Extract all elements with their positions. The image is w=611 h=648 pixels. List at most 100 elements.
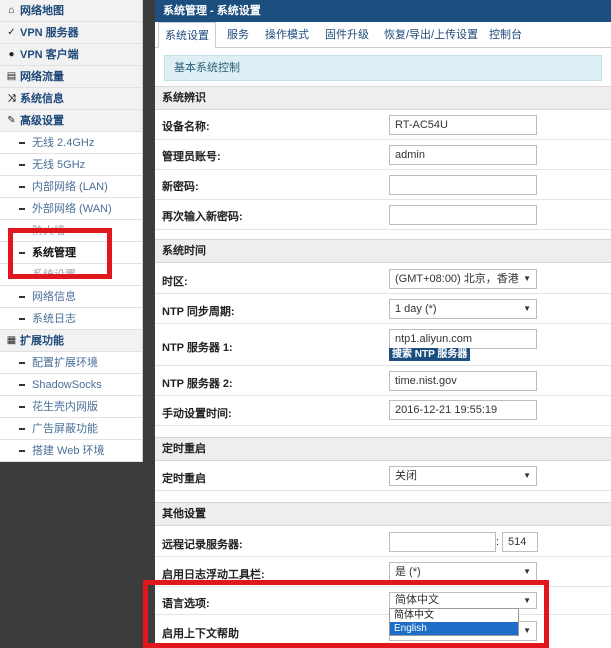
sidebar-item-1[interactable]: ✓ VPN 服务器 [0, 22, 142, 44]
sidebar-item-label: 系统信息 [20, 93, 64, 105]
bullet-dash-icon [19, 318, 25, 320]
row-remote-log: 远程记录服务器: : 514 [155, 527, 611, 557]
ntp-server2-label: NTP 服务器 2: [162, 378, 233, 390]
sidebar-item-0[interactable]: ⌂ 网络地图 [0, 0, 142, 22]
tab-system-settings[interactable]: 系统设置 [158, 22, 216, 48]
sidebar-item-label: 外部网络 (WAN) [32, 203, 112, 215]
sidebar-item-label: 搭建 Web 环境 [32, 445, 105, 457]
ntp-server2-input[interactable]: time.nist.gov [389, 371, 537, 391]
grid-icon: ▦ [6, 335, 17, 346]
remote-log-input[interactable] [389, 532, 496, 552]
bullet-dash-icon [19, 164, 25, 166]
sidebar-item-15[interactable]: ▦ 扩展功能 [0, 330, 142, 352]
tab-console[interactable]: 控制台 [489, 22, 522, 48]
dropdown-arrow-icon: ▼ [523, 471, 531, 480]
vpn-server-icon: ✓ [7, 27, 16, 38]
row-new-password: 新密码: [155, 170, 611, 200]
bullet-dash-icon [19, 186, 25, 188]
new-password-input[interactable] [389, 175, 537, 195]
sidebar-item-6[interactable]: 无线 2.4GHz [0, 132, 142, 154]
row-ntp-period: NTP 同步周期: 1 day (*) ▼ [155, 294, 611, 324]
sidebar-item-7[interactable]: 无线 5GHz [0, 154, 142, 176]
page-title: 系统管理 - 系统设置 [155, 0, 611, 22]
sidebar-item-label: 系统日志 [32, 313, 76, 325]
info-banner: 基本系统控制 [164, 55, 602, 81]
ntp-period-select[interactable]: 1 day (*) ▼ [389, 299, 537, 319]
sidebar-item-label: VPN 服务器 [20, 27, 79, 39]
admin-account-input[interactable]: admin [389, 145, 537, 165]
sidebar-item-13[interactable]: 网络信息 [0, 286, 142, 308]
bullet-dash-icon [19, 142, 25, 144]
tab-operation-mode[interactable]: 操作模式 [265, 22, 309, 48]
sidebar-item-label: 花生壳内网版 [32, 401, 98, 413]
bullet-dash-icon [19, 296, 25, 298]
bullet-dash-icon [19, 428, 25, 430]
section-other: 其他设置 [155, 502, 611, 526]
log-toolbar-value: 是 (*) [395, 566, 421, 578]
row-admin-account: 管理员账号: admin [155, 140, 611, 170]
row-manual-time: 手动设置时间: 2016-12-21 19:55:19 [155, 396, 611, 426]
manual-time-input[interactable]: 2016-12-21 19:55:19 [389, 400, 537, 420]
search-ntp-button[interactable]: 搜索 NTP 服务器 [389, 348, 471, 361]
sidebar-item-4[interactable]: ⤨ 系统信息 [0, 88, 142, 110]
tab-restore-export[interactable]: 恢复/导出/上传设置 [384, 22, 478, 48]
globe-icon: ● [8, 49, 15, 60]
sidebar-item-16[interactable]: 配置扩展环境 [0, 352, 142, 374]
sidebar-item-label: 内部网络 (LAN) [32, 181, 108, 193]
row-timezone: 时区: (GMT+08:00) 北京，香港 ▼ [155, 264, 611, 294]
dropdown-arrow-icon: ▼ [523, 274, 531, 283]
home-icon: ⌂ [8, 5, 15, 16]
sidebar-item-18[interactable]: 花生壳内网版 [0, 396, 142, 418]
sidebar-item-label: 扩展功能 [20, 335, 64, 347]
tab-bar: 系统设置 服务 操作模式 固件升级 恢复/导出/上传设置 控制台 [155, 22, 611, 48]
highlight-box-language [143, 580, 549, 648]
confirm-password-input[interactable] [389, 205, 537, 225]
ntp-server1-input[interactable]: ntp1.aliyun.com [389, 329, 537, 349]
remote-log-label: 远程记录服务器: [162, 539, 243, 551]
sidebar-item-17[interactable]: ShadowSocks [0, 374, 142, 396]
sidebar-item-label: 网络流量 [20, 71, 64, 83]
sidebar-item-9[interactable]: 外部网络 (WAN) [0, 198, 142, 220]
scheduled-reboot-select[interactable]: 关闭 ▼ [389, 466, 537, 486]
log-toolbar-select[interactable]: 是 (*) ▼ [389, 562, 537, 582]
traffic-chart-icon: ▤ [6, 71, 17, 82]
bullet-dash-icon [19, 208, 25, 210]
row-ntp-server2: NTP 服务器 2: time.nist.gov [155, 366, 611, 396]
scheduled-reboot-value: 关闭 [395, 470, 417, 482]
sidebar-item-19[interactable]: 广告屏蔽功能 [0, 418, 142, 440]
sidebar-item-14[interactable]: 系统日志 [0, 308, 142, 330]
section-reboot: 定时重启 [155, 437, 611, 461]
section-identity: 系统辨识 [155, 86, 611, 110]
timezone-value: (GMT+08:00) 北京，香港 [395, 273, 519, 285]
sidebar-item-label: 高级设置 [20, 115, 64, 127]
tab-services[interactable]: 服务 [227, 22, 249, 48]
remote-log-port-input[interactable]: 514 [502, 532, 538, 552]
sidebar-item-label: 广告屏蔽功能 [32, 423, 98, 435]
device-name-label: 设备名称: [162, 121, 210, 133]
device-name-input[interactable]: RT-AC54U [389, 115, 537, 135]
sidebar-item-5[interactable]: ✎ 高级设置 [0, 110, 142, 132]
confirm-password-label: 再次输入新密码: [162, 211, 243, 223]
tab-firmware-upgrade[interactable]: 固件升级 [325, 22, 369, 48]
sidebar-item-2[interactable]: ● VPN 客户端 [0, 44, 142, 66]
sidebar-item-20[interactable]: 搭建 Web 环境 [0, 440, 142, 462]
sidebar-item-label: 网络信息 [32, 291, 76, 303]
dropdown-arrow-icon: ▼ [523, 304, 531, 313]
sidebar-item-label: 网络地图 [20, 5, 64, 17]
sidebar-item-label: VPN 客户端 [20, 49, 79, 61]
bullet-dash-icon [19, 384, 25, 386]
dropdown-arrow-icon: ▼ [523, 567, 531, 576]
admin-account-label: 管理员账号: [162, 151, 221, 163]
row-scheduled-reboot: 定时重启 关闭 ▼ [155, 461, 611, 491]
port-separator: : [496, 536, 500, 548]
shuffle-icon: ⤨ [7, 93, 16, 104]
ntp-period-value: 1 day (*) [395, 303, 437, 315]
sidebar-item-3[interactable]: ▤ 网络流量 [0, 66, 142, 88]
row-ntp-server1: NTP 服务器 1: ntp1.aliyun.com 搜索 NTP 服务器 [155, 324, 611, 366]
sidebar-item-8[interactable]: 内部网络 (LAN) [0, 176, 142, 198]
ntp-server1-label: NTP 服务器 1: [162, 342, 233, 354]
ntp-period-label: NTP 同步周期: [162, 306, 235, 318]
timezone-select[interactable]: (GMT+08:00) 北京，香港 ▼ [389, 269, 537, 289]
row-confirm-password: 再次输入新密码: [155, 200, 611, 230]
manual-time-label: 手动设置时间: [162, 408, 232, 420]
